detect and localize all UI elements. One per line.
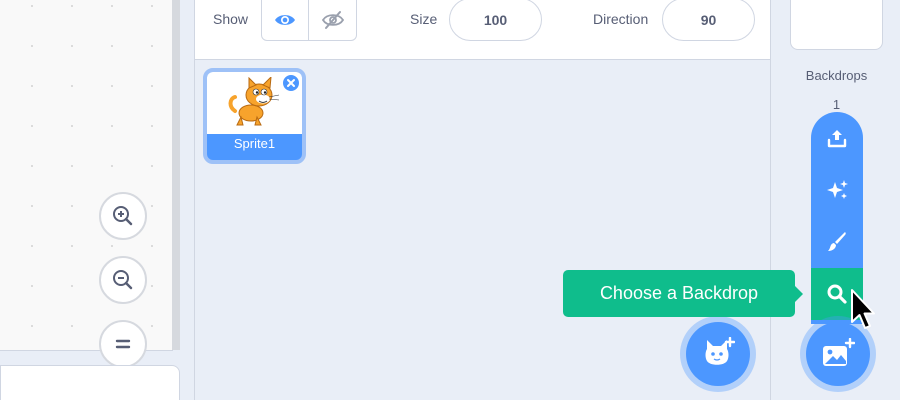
show-toggle-group (261, 0, 357, 41)
sprite-tile[interactable]: Sprite1 (203, 68, 306, 164)
zoom-in-icon (113, 206, 133, 226)
cat-icon (228, 77, 279, 126)
mouse-cursor-icon (851, 289, 875, 329)
sprite-name: Sprite1 (233, 136, 276, 151)
image-add-icon (823, 338, 855, 366)
direction-label: Direction (593, 11, 649, 27)
stage-thumbnail[interactable] (790, 0, 883, 50)
size-label: Size (410, 11, 438, 27)
zoom-reset-button[interactable] (99, 320, 147, 368)
scratch-editor: Show Size 100 Direction 90 Sprite1 Backd… (0, 0, 900, 400)
close-icon (287, 79, 295, 87)
bottom-panel (0, 365, 180, 400)
cat-add-icon (705, 337, 735, 365)
backdrops-count: 1 (832, 97, 841, 112)
upload-backdrop-button[interactable] (811, 112, 863, 164)
equals-icon (115, 339, 131, 349)
code-workspace[interactable] (0, 0, 173, 368)
search-icon (827, 284, 847, 304)
show-hidden-button[interactable] (309, 0, 357, 41)
sprite-list: Sprite1 (194, 60, 770, 400)
size-input[interactable]: 100 (449, 0, 542, 41)
sprite-info-panel: Show Size 100 Direction 90 (194, 0, 770, 60)
delete-sprite-button[interactable] (282, 74, 300, 92)
add-sprite-button[interactable] (686, 322, 750, 386)
zoom-out-icon (113, 270, 133, 290)
tooltip-arrow (795, 286, 803, 302)
direction-input[interactable]: 90 (662, 0, 755, 41)
surprise-icon (827, 180, 848, 199)
backdrops-label: Backdrops (805, 68, 868, 83)
choose-backdrop-tooltip: Choose a Backdrop (563, 270, 795, 317)
eye-icon (275, 14, 295, 25)
code-scrollbar[interactable] (172, 0, 180, 350)
surprise-backdrop-button[interactable] (811, 164, 863, 216)
eye-slash-icon (321, 10, 344, 29)
upload-icon (827, 130, 847, 148)
zoom-in-button[interactable] (99, 192, 147, 240)
paint-backdrop-button[interactable] (811, 216, 863, 268)
show-visible-button[interactable] (261, 0, 309, 41)
zoom-out-button[interactable] (99, 256, 147, 304)
paint-icon (828, 232, 846, 251)
show-label: Show (213, 11, 249, 27)
